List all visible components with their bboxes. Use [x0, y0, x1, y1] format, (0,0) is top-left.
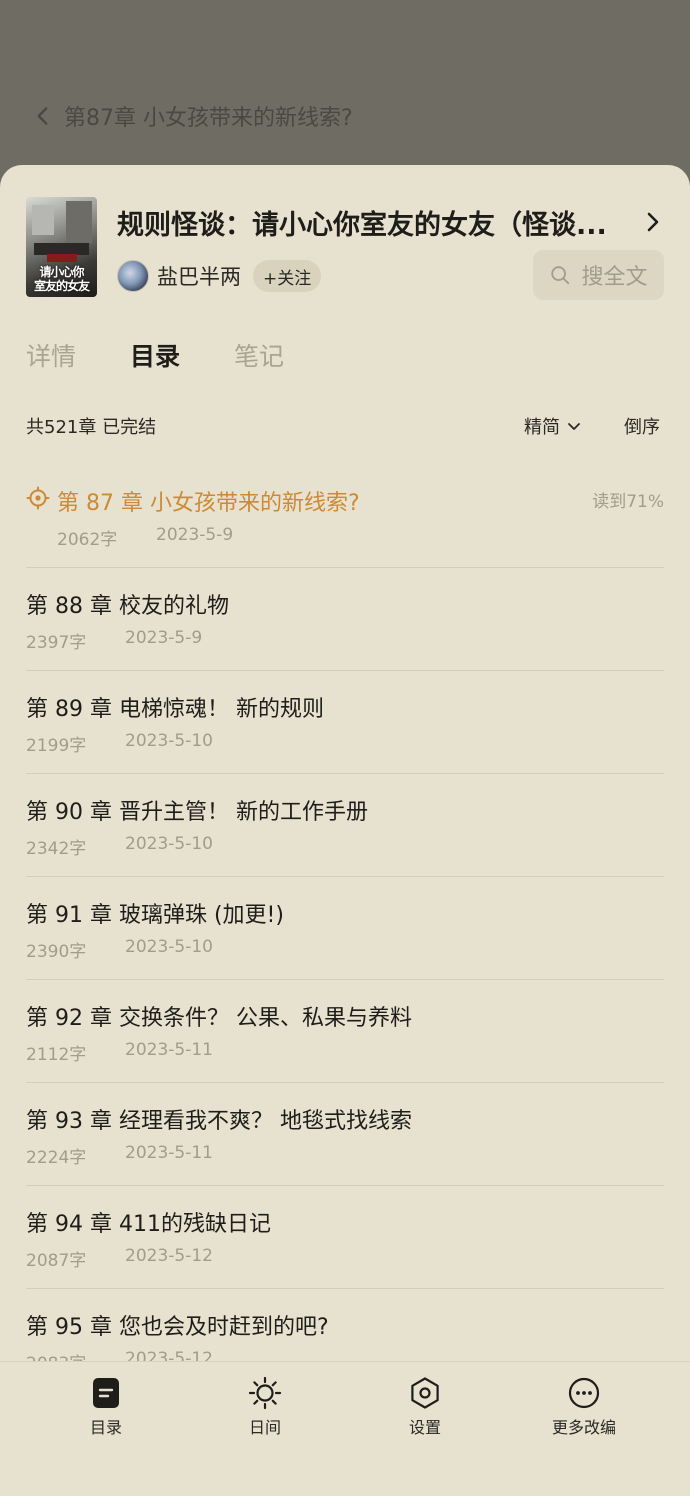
tab-catalog[interactable]: 目录 — [130, 337, 180, 377]
chapter-title: 第 92 章 交换条件？ 公果、私果与养料 — [26, 1006, 412, 1031]
cover-text-2: 室友的女友 — [33, 279, 90, 293]
chapter-item[interactable]: 第 89 章 电梯惊魂！ 新的规则 2199字 2023-5-10 — [26, 671, 664, 774]
nav-day-mode[interactable]: 日间 — [205, 1376, 325, 1446]
search-fulltext-button[interactable]: 搜全文 — [533, 250, 664, 300]
back-chapter-title: 第87章 小女孩带来的新线索? — [64, 106, 353, 131]
chapter-title: 第 89 章 电梯惊魂！ 新的规则 — [26, 697, 324, 722]
chapter-title: 第 87 章 小女孩带来的新线索? — [57, 491, 360, 516]
chapter-title: 第 88 章 校友的礼物 — [26, 594, 229, 619]
chapter-item-current[interactable]: 第 87 章 小女孩带来的新线索? 读到71% 2062字 2023-5-9 — [26, 465, 664, 568]
nav-toc-label: 目录 — [89, 1418, 122, 1437]
chapter-item[interactable]: 第 90 章 晋升主管！ 新的工作手册 2342字 2023-5-10 — [26, 774, 664, 877]
toc-icon — [93, 1378, 119, 1408]
author-name[interactable]: 盐巴半两 — [157, 261, 241, 291]
chapter-title: 第 93 章 经理看我不爽？ 地毯式找线索 — [26, 1109, 412, 1134]
back-chapter-link[interactable]: 第87章 小女孩带来的新线索? — [30, 96, 353, 136]
more-icon — [568, 1377, 600, 1409]
chevron-down-icon — [568, 423, 580, 430]
chapter-words: 2062字 — [57, 530, 118, 550]
chapter-item[interactable]: 第 93 章 经理看我不爽？ 地毯式找线索 2224字 2023-5-11 — [26, 1083, 664, 1186]
reverse-order-button[interactable]: 倒序 — [624, 413, 660, 439]
avatar[interactable] — [117, 260, 149, 292]
chapter-title: 第 94 章 411的残缺日记 — [26, 1212, 271, 1237]
chapter-words: 2199字 — [26, 736, 87, 756]
bottom-toolbar: 目录 日间 设置 更多改编 — [0, 1361, 690, 1496]
chapter-words: 2397字 — [26, 633, 87, 653]
nav-toc[interactable]: 目录 — [46, 1376, 166, 1446]
chapter-title: 第 90 章 晋升主管！ 新的工作手册 — [26, 800, 368, 825]
chapter-words: 2087字 — [26, 1251, 87, 1271]
chevron-left-icon — [37, 107, 48, 125]
locate-icon — [26, 486, 50, 510]
nav-more-label: 更多改编 — [551, 1418, 616, 1437]
book-title[interactable]: 规则怪谈：请小心你室友的女友（怪谈... — [117, 203, 637, 242]
book-cover[interactable]: 请小心你 室友的女友 — [26, 197, 97, 297]
chapter-words: 2224字 — [26, 1148, 87, 1168]
catalog-sheet: 请小心你 室友的女友 规则怪谈：请小心你室友的女友（怪谈... 盐巴半两 +关注… — [0, 165, 690, 1496]
chapter-words: 2342字 — [26, 839, 87, 859]
tab-details[interactable]: 详情 — [26, 337, 76, 377]
sun-icon — [248, 1376, 282, 1410]
chapter-date: 2023-5-9 — [156, 525, 234, 545]
search-label: 搜全文 — [581, 265, 648, 290]
author-row: 盐巴半两 +关注 — [117, 259, 322, 293]
follow-button[interactable]: +关注 — [253, 260, 322, 292]
reading-progress: 读到71% — [592, 492, 664, 512]
sort-mode-label: 精简 — [524, 417, 560, 438]
chapter-count: 共521章 已完结 — [26, 417, 157, 438]
chapter-title: 第 91 章 玻璃弹珠 (加更!) — [26, 903, 284, 928]
chapter-title: 第 95 章 您也会及时赶到的吧? — [26, 1315, 329, 1340]
chapter-item[interactable]: 第 91 章 玻璃弹珠 (加更!) 2390字 2023-5-10 — [26, 877, 664, 980]
nav-more-adaptations[interactable]: 更多改编 — [524, 1376, 644, 1446]
chapter-date: 2023-5-9 — [125, 628, 203, 648]
chapter-date: 2023-5-10 — [125, 731, 213, 751]
chapter-date: 2023-5-11 — [125, 1040, 213, 1060]
chapter-words: 2112字 — [26, 1045, 87, 1065]
chevron-right-icon[interactable] — [642, 209, 664, 235]
chapter-date: 2023-5-10 — [125, 834, 213, 854]
search-icon — [551, 266, 570, 285]
chapter-item[interactable]: 第 92 章 交换条件？ 公果、私果与养料 2112字 2023-5-11 — [26, 980, 664, 1083]
chapter-date: 2023-5-11 — [125, 1143, 213, 1163]
catalog-meta: 共521章 已完结 精简 倒序 — [26, 411, 664, 441]
chapter-date: 2023-5-10 — [125, 937, 213, 957]
nav-settings[interactable]: 设置 — [365, 1376, 485, 1446]
sort-mode-dropdown[interactable]: 精简 — [524, 413, 582, 439]
chapter-item[interactable]: 第 88 章 校友的礼物 2397字 2023-5-9 — [26, 568, 664, 671]
tab-bar: 详情 目录 笔记 — [26, 337, 338, 377]
chapter-list: 第 87 章 小女孩带来的新线索? 读到71% 2062字 2023-5-9 第… — [26, 465, 664, 1392]
nav-day-label: 日间 — [248, 1418, 281, 1437]
chapter-words: 2390字 — [26, 942, 87, 962]
chapter-date: 2023-5-12 — [125, 1246, 213, 1266]
chapter-item[interactable]: 第 94 章 411的残缺日记 2087字 2023-5-12 — [26, 1186, 664, 1289]
settings-icon — [411, 1377, 439, 1409]
book-header: 请小心你 室友的女友 规则怪谈：请小心你室友的女友（怪谈... 盐巴半两 +关注… — [26, 197, 666, 307]
nav-settings-label: 设置 — [408, 1418, 441, 1437]
tab-notes[interactable]: 笔记 — [234, 337, 284, 377]
